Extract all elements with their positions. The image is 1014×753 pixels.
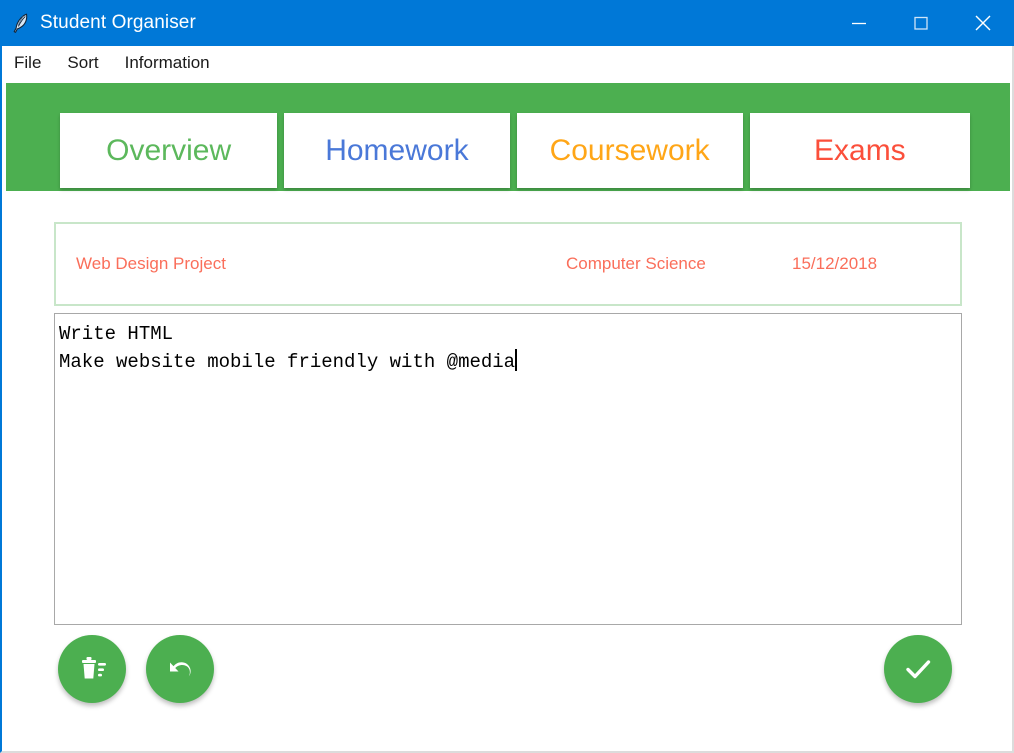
- title-bar: Student Organiser: [0, 0, 1014, 46]
- item-title: Web Design Project: [76, 254, 226, 273]
- minimize-icon: [852, 22, 866, 25]
- window-controls: [828, 0, 1014, 46]
- tab-homework-label: Homework: [325, 133, 469, 167]
- item-subject: Computer Science: [566, 254, 706, 273]
- menu-item-sort[interactable]: Sort: [67, 53, 98, 73]
- close-icon: [975, 15, 991, 31]
- tab-strip: Overview Homework Coursework Exams: [60, 113, 970, 188]
- trash-icon: [82, 657, 106, 679]
- minimize-button[interactable]: [828, 0, 890, 46]
- tab-coursework-label: Coursework: [549, 133, 710, 167]
- tab-overview-label: Overview: [106, 133, 232, 167]
- tab-overview[interactable]: Overview: [60, 113, 278, 188]
- delete-button[interactable]: [58, 635, 126, 703]
- tab-exams[interactable]: Exams: [749, 113, 970, 188]
- application-window: Student Organiser File Sort Information …: [0, 0, 1014, 753]
- text-caret: [515, 349, 518, 371]
- close-button[interactable]: [952, 0, 1014, 46]
- maximize-button[interactable]: [890, 0, 952, 46]
- undo-arrow-icon: [170, 662, 191, 677]
- maximize-icon: [914, 16, 928, 30]
- feather-quill-icon: [13, 13, 28, 33]
- tab-homework[interactable]: Homework: [284, 113, 510, 188]
- notes-textarea[interactable]: Write HTML Make website mobile friendly …: [54, 313, 962, 625]
- window-title: Student Organiser: [40, 12, 196, 33]
- notes-content: Write HTML Make website mobile friendly …: [59, 320, 957, 376]
- selected-item-row[interactable]: Web Design Project Computer Science 15/1…: [54, 222, 962, 306]
- confirm-button[interactable]: [884, 635, 952, 703]
- menu-item-file[interactable]: File: [14, 53, 41, 73]
- undo-button[interactable]: [146, 635, 214, 703]
- item-due-date: 15/12/2018: [792, 254, 878, 273]
- notes-value: Write HTML Make website mobile friendly …: [59, 323, 516, 373]
- menu-item-information[interactable]: Information: [125, 53, 210, 73]
- check-icon: [906, 660, 931, 679]
- tab-exams-label: Exams: [814, 133, 906, 167]
- menu-bar: File Sort Information: [2, 46, 1012, 80]
- tab-coursework[interactable]: Coursework: [516, 113, 743, 188]
